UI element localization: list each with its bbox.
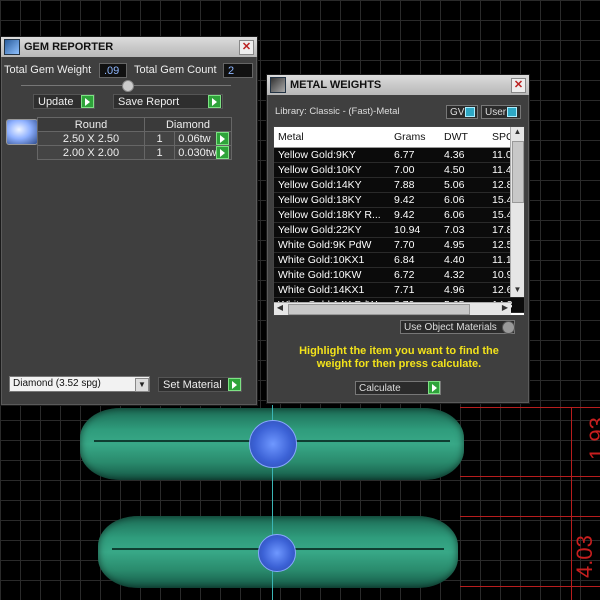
total-gem-weight-value: .09 — [99, 63, 127, 78]
close-icon[interactable]: ✕ — [511, 78, 526, 93]
metal-list-row[interactable]: White Gold:10KX1 6.84 4.40 11.1 — [274, 253, 524, 268]
metal-list-row[interactable]: White Gold:14KX1 7.71 4.96 12.6 — [274, 283, 524, 298]
dimension-line — [460, 407, 600, 408]
gem-stone-top[interactable] — [249, 420, 297, 468]
gem-table-row[interactable]: 2.00 X 2.00 1 0.030tw — [37, 145, 232, 160]
dimension-label-bottom: 4.03 — [572, 535, 597, 578]
metal-dwt: 5.06 — [444, 179, 465, 191]
chevron-down-icon[interactable]: ▼ — [135, 378, 149, 392]
gem-stone-bottom[interactable] — [258, 534, 296, 572]
dimension-line — [460, 476, 600, 477]
metal-name: Yellow Gold:10KY — [278, 164, 362, 176]
metal-grams: 7.70 — [394, 239, 415, 251]
gem-table-row[interactable]: 2.50 X 2.50 1 0.06tw — [37, 131, 232, 146]
library-label: Library: Classic - (Fast)-Metal — [275, 106, 400, 117]
gv-toggle-icon[interactable] — [465, 107, 475, 117]
metal-name: Yellow Gold:18KY — [278, 194, 362, 206]
metal-grams: 7.00 — [394, 164, 415, 176]
dimension-line — [460, 586, 600, 587]
metal-list-row[interactable]: Yellow Gold:22KY 10.94 7.03 17.8 — [274, 223, 524, 238]
metal-weights-titlebar[interactable]: METAL WEIGHTS ✕ — [267, 75, 529, 95]
gem-reporter-titlebar[interactable]: GEM REPORTER ✕ — [1, 37, 257, 57]
metal-dwt: 4.40 — [444, 254, 465, 266]
metal-dwt: 4.50 — [444, 164, 465, 176]
gem-size: 2.50 X 2.50 — [37, 131, 145, 146]
metal-grams: 9.42 — [394, 209, 415, 221]
metal-weights-panel: METAL WEIGHTS ✕ Library: Classic - (Fast… — [266, 74, 530, 404]
metal-list-header: Metal Grams DWT SPG — [274, 127, 524, 148]
metal-dwt: 6.06 — [444, 209, 465, 221]
metal-grams: 6.77 — [394, 149, 415, 161]
gem-reporter-panel: GEM REPORTER ✕ Total Gem Weight .09 Tota… — [0, 36, 258, 406]
metal-dwt: 4.96 — [444, 284, 465, 296]
update-go-icon[interactable] — [81, 95, 94, 108]
row-select-go-icon[interactable] — [216, 132, 229, 145]
gem-size: 2.00 X 2.00 — [37, 145, 145, 160]
metal-grams: 6.84 — [394, 254, 415, 266]
gem-thumbnail-icon — [6, 119, 38, 145]
gem-table-header-diamond: Diamond — [144, 117, 232, 132]
calculate-go-icon[interactable] — [428, 381, 440, 394]
total-gem-count-label: Total Gem Count — [134, 64, 217, 76]
gem-table-header-round: Round — [37, 117, 145, 132]
metal-dwt: 4.95 — [444, 239, 465, 251]
dimension-line — [460, 516, 600, 517]
user-toggle-icon[interactable] — [507, 107, 517, 117]
settings-icon[interactable] — [502, 321, 515, 334]
row-select-go-icon[interactable] — [216, 146, 229, 159]
metal-grams: 6.72 — [394, 269, 415, 281]
gem-reporter-icon — [4, 39, 20, 55]
metal-grams: 7.88 — [394, 179, 415, 191]
instruction-text: Highlight the item you want to find the … — [299, 345, 499, 370]
metal-dwt: 4.32 — [444, 269, 465, 281]
total-gem-weight-label: Total Gem Weight — [4, 64, 92, 76]
metal-name: White Gold:10KX1 — [278, 254, 365, 266]
dimension-label-top: 1.93 — [585, 417, 600, 460]
metal-name: White Gold:9K PdW — [278, 239, 372, 251]
metal-list[interactable]: Metal Grams DWT SPG Yellow Gold:9KY 6.77 4… — [273, 126, 525, 316]
metal-name: Yellow Gold:22KY — [278, 224, 362, 236]
metal-list-row[interactable]: Yellow Gold:10KY 7.00 4.50 11.4 — [274, 163, 524, 178]
metal-dwt: 4.36 — [444, 149, 465, 161]
horizontal-scrollbar[interactable]: ◀ ▶ — [274, 302, 511, 315]
gem-reporter-title: GEM REPORTER — [24, 41, 114, 53]
use-object-materials-select[interactable]: Use Object Materials — [400, 320, 515, 334]
metal-list-row[interactable]: Yellow Gold:14KY 7.88 5.06 12.8 — [274, 178, 524, 193]
metal-name: Yellow Gold:9KY — [278, 149, 356, 161]
gem-qty: 1 — [143, 131, 176, 146]
gem-table: Round Diamond 2.50 X 2.50 1 0.06tw 2.00 … — [37, 117, 232, 160]
total-gem-count-value: 2 — [223, 63, 253, 78]
collapse-toggle-icon[interactable] — [122, 80, 134, 92]
save-report-button[interactable]: Save Report — [113, 94, 223, 109]
metal-dwt: 6.06 — [444, 194, 465, 206]
metal-dwt: 7.03 — [444, 224, 465, 236]
metal-list-body: Yellow Gold:9KY 6.77 4.36 11.0 Yellow Gold:1… — [274, 148, 524, 313]
save-report-go-icon[interactable] — [208, 95, 221, 108]
metal-grams: 9.42 — [394, 194, 415, 206]
metal-grams: 7.71 — [394, 284, 415, 296]
metal-list-row[interactable]: White Gold:10KW 6.72 4.32 10.9 — [274, 268, 524, 283]
metal-name: White Gold:10KW — [278, 269, 362, 281]
metal-grams: 10.94 — [394, 224, 421, 236]
metal-weights-title: METAL WEIGHTS — [290, 79, 382, 91]
material-select[interactable]: Diamond (3.52 spg) — [9, 376, 150, 392]
col-header-grams[interactable]: Grams — [390, 127, 440, 147]
metal-list-row[interactable]: Yellow Gold:9KY 6.77 4.36 11.0 — [274, 148, 524, 163]
metal-list-row[interactable]: White Gold:9K PdW 7.70 4.95 12.5 — [274, 238, 524, 253]
gem-qty: 1 — [143, 145, 176, 160]
col-header-metal[interactable]: Metal — [274, 127, 390, 147]
metal-list-row[interactable]: Yellow Gold:18KY R... 9.42 6.06 15.4 — [274, 208, 524, 223]
metal-name: White Gold:14KX1 — [278, 284, 365, 296]
metal-name: Yellow Gold:14KY — [278, 179, 362, 191]
metal-weights-icon — [270, 77, 286, 93]
col-header-dwt[interactable]: DWT — [440, 127, 488, 147]
set-material-go-icon[interactable] — [228, 378, 241, 391]
vertical-scrollbar[interactable]: ▲ ▼ — [510, 127, 524, 297]
close-icon[interactable]: ✕ — [239, 40, 254, 55]
metal-name: Yellow Gold:18KY R... — [278, 209, 381, 221]
metal-list-row[interactable]: Yellow Gold:18KY 9.42 6.06 15.4 — [274, 193, 524, 208]
